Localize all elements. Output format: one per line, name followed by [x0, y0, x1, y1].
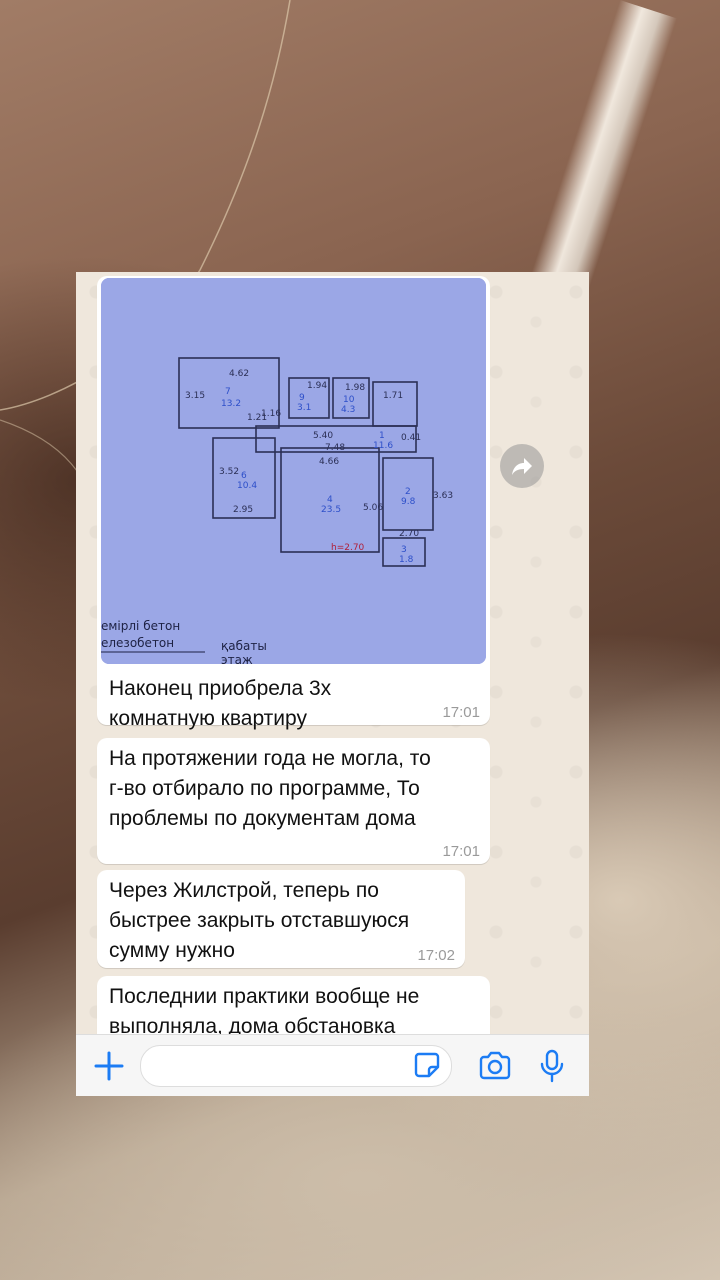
- svg-text:5.40: 5.40: [313, 431, 333, 441]
- svg-text:этаж: этаж: [221, 653, 253, 664]
- svg-text:7: 7: [225, 387, 231, 397]
- svg-text:5.06: 5.06: [363, 503, 383, 513]
- plus-icon[interactable]: [92, 1049, 126, 1083]
- microphone-icon[interactable]: [539, 1049, 565, 1083]
- svg-text:3: 3: [401, 545, 407, 555]
- svg-text:1.16: 1.16: [261, 409, 281, 419]
- svg-text:елезобетон: елезобетон: [101, 636, 174, 650]
- svg-text:3.52: 3.52: [219, 467, 239, 477]
- message-bubble[interactable]: Через Жилстрой, теперь по быстрее закрыт…: [97, 870, 465, 968]
- message-text: Последнии практики вообще не выполняла, …: [109, 985, 420, 1034]
- svg-text:4: 4: [327, 495, 333, 505]
- svg-text:қабаты: қабаты: [221, 639, 267, 653]
- svg-text:6: 6: [241, 471, 247, 481]
- forward-icon: [512, 458, 532, 475]
- svg-text:11.6: 11.6: [373, 441, 393, 451]
- svg-text:2.95: 2.95: [233, 505, 253, 515]
- svg-text:1.8: 1.8: [399, 555, 414, 565]
- svg-text:1.71: 1.71: [383, 391, 403, 401]
- svg-text:2.70: 2.70: [399, 529, 419, 539]
- message-bubble[interactable]: На протяжении года не могла, то г-во отб…: [97, 738, 490, 864]
- message-time: 17:01: [442, 843, 480, 860]
- svg-text:23.5: 23.5: [321, 505, 341, 515]
- message-text: На протяжении года не могла, то г-во отб…: [109, 747, 431, 830]
- floor-plan-drawing: 4.62 7 13.2 3.15 1.21 1.16 1.94 9 3.1 1.…: [101, 278, 486, 664]
- svg-text:1.94: 1.94: [307, 381, 327, 391]
- sticker-icon[interactable]: [414, 1052, 440, 1078]
- svg-text:7.48: 7.48: [325, 443, 345, 453]
- svg-text:13.2: 13.2: [221, 399, 241, 409]
- message-text: Наконец приобрела 3х комнатную квартиру: [109, 677, 332, 730]
- message-text: Через Жилстрой, теперь по быстрее закрыт…: [109, 879, 410, 962]
- svg-text:10: 10: [343, 395, 355, 405]
- svg-text:4.3: 4.3: [341, 405, 355, 415]
- message-input-bar: [76, 1034, 589, 1096]
- svg-text:4.66: 4.66: [319, 457, 339, 467]
- svg-text:емірлі бетон: емірлі бетон: [101, 619, 180, 633]
- camera-icon[interactable]: [478, 1051, 512, 1081]
- svg-text:4.62: 4.62: [229, 369, 249, 379]
- svg-text:9.8: 9.8: [401, 497, 416, 507]
- svg-text:3.1: 3.1: [297, 403, 311, 413]
- svg-text:10.4: 10.4: [237, 481, 257, 491]
- svg-text:2: 2: [405, 487, 411, 497]
- svg-text:3.15: 3.15: [185, 391, 205, 401]
- chat-screen: 4.62 7 13.2 3.15 1.21 1.16 1.94 9 3.1 1.…: [76, 272, 589, 1096]
- message-input[interactable]: [140, 1045, 452, 1087]
- svg-text:1: 1: [379, 431, 385, 441]
- svg-text:1.98: 1.98: [345, 383, 365, 393]
- svg-text:h=2.70: h=2.70: [331, 543, 365, 553]
- floor-plan-image[interactable]: 4.62 7 13.2 3.15 1.21 1.16 1.94 9 3.1 1.…: [101, 278, 486, 664]
- svg-text:9: 9: [299, 393, 305, 403]
- message-list[interactable]: 4.62 7 13.2 3.15 1.21 1.16 1.94 9 3.1 1.…: [76, 272, 589, 1034]
- forward-button[interactable]: [500, 444, 544, 488]
- svg-text:3.63: 3.63: [433, 491, 453, 501]
- message-time: 17:01: [442, 704, 480, 721]
- message-bubble[interactable]: Последнии практики вообще не выполняла, …: [97, 976, 490, 1034]
- message-time: 17:02: [417, 947, 455, 964]
- svg-text:0.41: 0.41: [401, 433, 421, 443]
- photo-message[interactable]: 4.62 7 13.2 3.15 1.21 1.16 1.94 9 3.1 1.…: [97, 276, 490, 730]
